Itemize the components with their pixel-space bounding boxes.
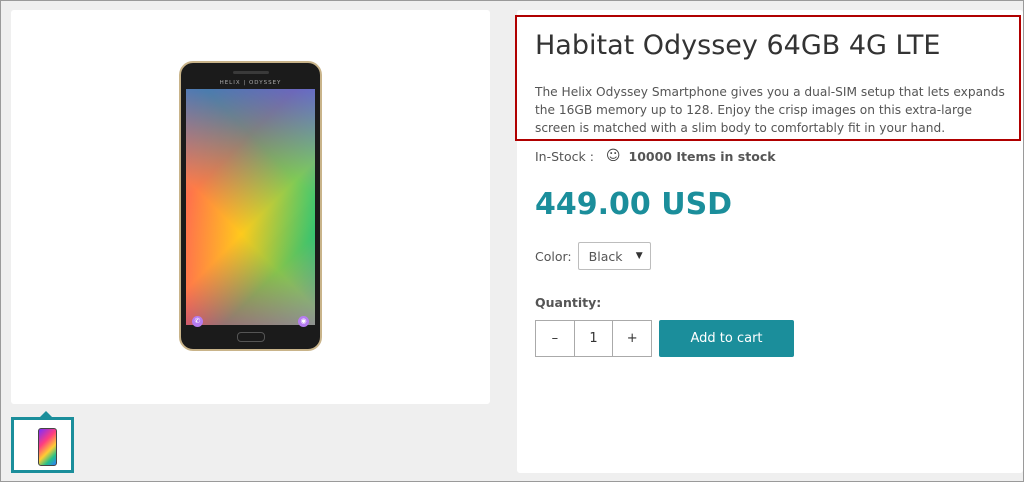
color-label: Color: <box>535 248 572 264</box>
thumbnail-image <box>38 428 57 466</box>
color-select-value: Black <box>588 248 623 264</box>
device-brand-text: HELIX | ODYSSEY <box>219 80 282 86</box>
stock-status: In-Stock : ☺ 10000 Items in stock <box>535 148 776 164</box>
product-price: 449.00 USD <box>535 187 733 222</box>
product-image-panel: HELIX | ODYSSEY ✆ ◉ <box>11 10 490 404</box>
phone-call-icon: ✆ <box>192 316 203 327</box>
camera-icon: ◉ <box>298 316 309 327</box>
add-to-cart-button[interactable]: Add to cart <box>659 320 794 357</box>
chevron-down-icon: ▼ <box>635 251 643 261</box>
home-button <box>236 332 265 342</box>
quantity-label: Quantity: <box>535 295 602 310</box>
color-row: Color: Black ▼ <box>535 242 651 270</box>
stock-label: In-Stock : <box>535 148 594 164</box>
product-title: Habitat Odyssey 64GB 4G LTE <box>535 30 941 61</box>
quantity-input[interactable]: 1 <box>574 321 614 356</box>
quantity-stepper: – 1 + <box>535 320 652 357</box>
stock-count: 10000 Items in stock <box>628 148 776 164</box>
color-select[interactable]: Black ▼ <box>577 242 651 270</box>
speaker-grille <box>232 71 269 74</box>
quantity-decrement-button[interactable]: – <box>536 321 575 356</box>
smile-icon: ☺ <box>605 148 621 164</box>
product-image[interactable]: HELIX | ODYSSEY ✆ ◉ <box>179 61 322 351</box>
product-description: The Helix Odyssey Smartphone gives you a… <box>535 85 1005 135</box>
quantity-increment-button[interactable]: + <box>613 321 652 356</box>
product-thumbnail[interactable] <box>11 411 74 473</box>
device-screen <box>186 89 315 325</box>
